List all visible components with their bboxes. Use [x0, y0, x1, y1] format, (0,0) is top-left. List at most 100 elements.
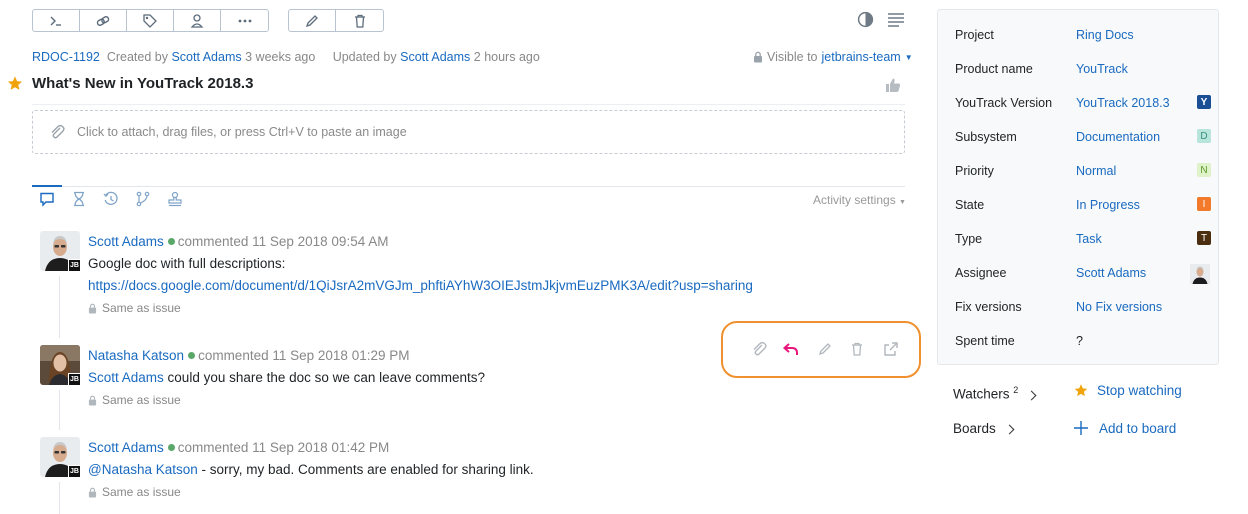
field-project[interactable]: Project Ring Docs: [938, 26, 1220, 46]
field-value[interactable]: Ring Docs: [1076, 28, 1134, 42]
google-doc-link[interactable]: https://docs.google.com/document/d/1QiJs…: [88, 278, 753, 293]
watchers-toggle[interactable]: Watchers 2: [953, 385, 1037, 402]
field-value[interactable]: Task: [1076, 232, 1102, 246]
comment-visibility[interactable]: Same as issue: [88, 393, 181, 407]
edit-comment-icon: [818, 343, 831, 356]
mention-link[interactable]: @Natasha Katson: [88, 462, 198, 477]
field-fix-versions[interactable]: Fix versions No Fix versions: [938, 298, 1220, 318]
delete-comment-button[interactable]: [848, 340, 866, 358]
list-view-icon[interactable]: [887, 12, 905, 28]
comment-text: @Natasha Katson - sorry, my bad. Comment…: [88, 462, 534, 477]
online-indicator: [188, 352, 196, 360]
tag-button[interactable]: [127, 10, 174, 31]
tab-history[interactable]: [102, 190, 120, 208]
comment-header: Scott Adams commented 11 Sep 2018 01:42 P…: [88, 440, 389, 455]
star-icon[interactable]: [6, 75, 24, 92]
tab-comments[interactable]: [38, 190, 56, 208]
chevron-right-icon: [1026, 390, 1037, 400]
field-state[interactable]: State In Progress I: [938, 196, 1220, 216]
delete-button[interactable]: [336, 10, 383, 31]
issue-title: What's New in YouTrack 2018.3: [32, 75, 254, 92]
watchers-count: 2: [1013, 385, 1019, 395]
edit-button[interactable]: [289, 10, 336, 31]
comment-date[interactable]: 11 Sep 2018 01:29 PM: [272, 348, 409, 363]
attachment-dropzone[interactable]: Click to attach, drag files, or press Ct…: [32, 110, 905, 154]
comment-header: Natasha Katson commented 11 Sep 2018 01:2…: [88, 348, 409, 363]
field-priority[interactable]: Priority Normal N: [938, 162, 1220, 182]
theme-contrast-icon[interactable]: [857, 11, 874, 28]
comment-text: Google doc with full descriptions:: [88, 256, 286, 271]
activity-settings[interactable]: Activity settings ▼: [813, 193, 906, 207]
field-product-name[interactable]: Product name YouTrack: [938, 60, 1220, 80]
thumbs-up-icon[interactable]: [885, 77, 901, 93]
field-type[interactable]: Type Task T: [938, 230, 1220, 250]
creator-link[interactable]: Scott Adams: [171, 50, 241, 64]
tag-icon: [143, 13, 157, 28]
vcs-tab-icon: [136, 191, 150, 207]
field-value[interactable]: YouTrack 2018.3: [1076, 96, 1170, 110]
comment-visibility[interactable]: Same as issue: [88, 301, 181, 315]
comment-date[interactable]: 11 Sep 2018 09:54 AM: [252, 234, 388, 249]
plus-icon: [1074, 421, 1088, 435]
updated-ago: 2 hours ago: [473, 50, 540, 64]
field-name: Type: [955, 232, 983, 246]
field-value[interactable]: ?: [1076, 334, 1083, 348]
updater-link[interactable]: Scott Adams: [400, 50, 470, 64]
visibility-group[interactable]: jetbrains-team: [822, 50, 901, 64]
assign-button[interactable]: [174, 10, 221, 31]
value-color-badge: I: [1197, 197, 1211, 211]
reply-button[interactable]: [782, 340, 800, 358]
visibility-selector[interactable]: Visible to jetbrains-team ▼: [753, 50, 913, 64]
field-youtrack-version[interactable]: YouTrack Version YouTrack 2018.3 Y: [938, 94, 1220, 114]
comment-author[interactable]: Natasha Katson: [88, 348, 184, 363]
add-to-board-label: Add to board: [1099, 420, 1177, 436]
tab-work-items[interactable]: [70, 190, 88, 208]
field-name: State: [955, 198, 985, 212]
field-value[interactable]: YouTrack: [1076, 62, 1128, 76]
jetbrains-badge: JB: [68, 259, 81, 272]
command-icon: [50, 16, 61, 26]
boards-label: Boards: [953, 421, 996, 436]
comment-header: Scott Adams commented 11 Sep 2018 09:54 A…: [88, 234, 388, 249]
field-value[interactable]: Documentation: [1076, 130, 1160, 144]
mention-link[interactable]: Scott Adams: [88, 370, 164, 385]
add-to-board-button[interactable]: Add to board: [1073, 420, 1176, 436]
visibility-label: Same as issue: [102, 301, 181, 315]
link-issue-button[interactable]: [80, 10, 127, 31]
field-spent-time[interactable]: Spent time ?: [938, 332, 1220, 352]
comment-permalink-button[interactable]: [882, 340, 900, 358]
title-divider: [32, 104, 905, 105]
field-value[interactable]: In Progress: [1076, 198, 1140, 212]
issue-id[interactable]: RDOC-1192: [32, 50, 100, 64]
attach-icon: [753, 341, 767, 356]
stop-watching-label: Stop watching: [1097, 383, 1182, 398]
edit-icon: [305, 14, 318, 27]
attach-to-comment-button[interactable]: [750, 340, 768, 358]
comment-author[interactable]: Scott Adams: [88, 234, 164, 249]
field-value[interactable]: Scott Adams: [1076, 266, 1146, 280]
field-value[interactable]: Normal: [1076, 164, 1116, 178]
field-assignee[interactable]: Assignee Scott Adams: [938, 264, 1220, 284]
visibility-prefix: Visible to: [767, 50, 818, 64]
field-name: Priority: [955, 164, 994, 178]
edit-toolbar: [288, 9, 384, 32]
active-tab-indicator: [32, 185, 62, 187]
boards-toggle[interactable]: Boards: [953, 421, 1014, 436]
stop-watching-button[interactable]: Stop watching: [1073, 383, 1182, 398]
more-button[interactable]: [221, 10, 268, 31]
jetbrains-badge: JB: [68, 465, 81, 478]
command-button[interactable]: [33, 10, 80, 31]
lock-icon: [754, 51, 762, 63]
tab-all-activity[interactable]: [166, 190, 184, 208]
chevron-down-icon: ▼: [899, 199, 906, 206]
thread-line: [59, 276, 60, 338]
comment-visibility[interactable]: Same as issue: [88, 485, 181, 499]
tab-vcs[interactable]: [134, 190, 152, 208]
comment-author[interactable]: Scott Adams: [88, 440, 164, 455]
comment-date[interactable]: 11 Sep 2018 01:42 PM: [252, 440, 389, 455]
comment-body: could you share the doc so we can leave …: [163, 370, 485, 385]
field-value[interactable]: No Fix versions: [1076, 300, 1162, 314]
edit-comment-button[interactable]: [816, 340, 834, 358]
field-subsystem[interactable]: Subsystem Documentation D: [938, 128, 1220, 148]
chevron-right-icon: [1004, 424, 1014, 435]
